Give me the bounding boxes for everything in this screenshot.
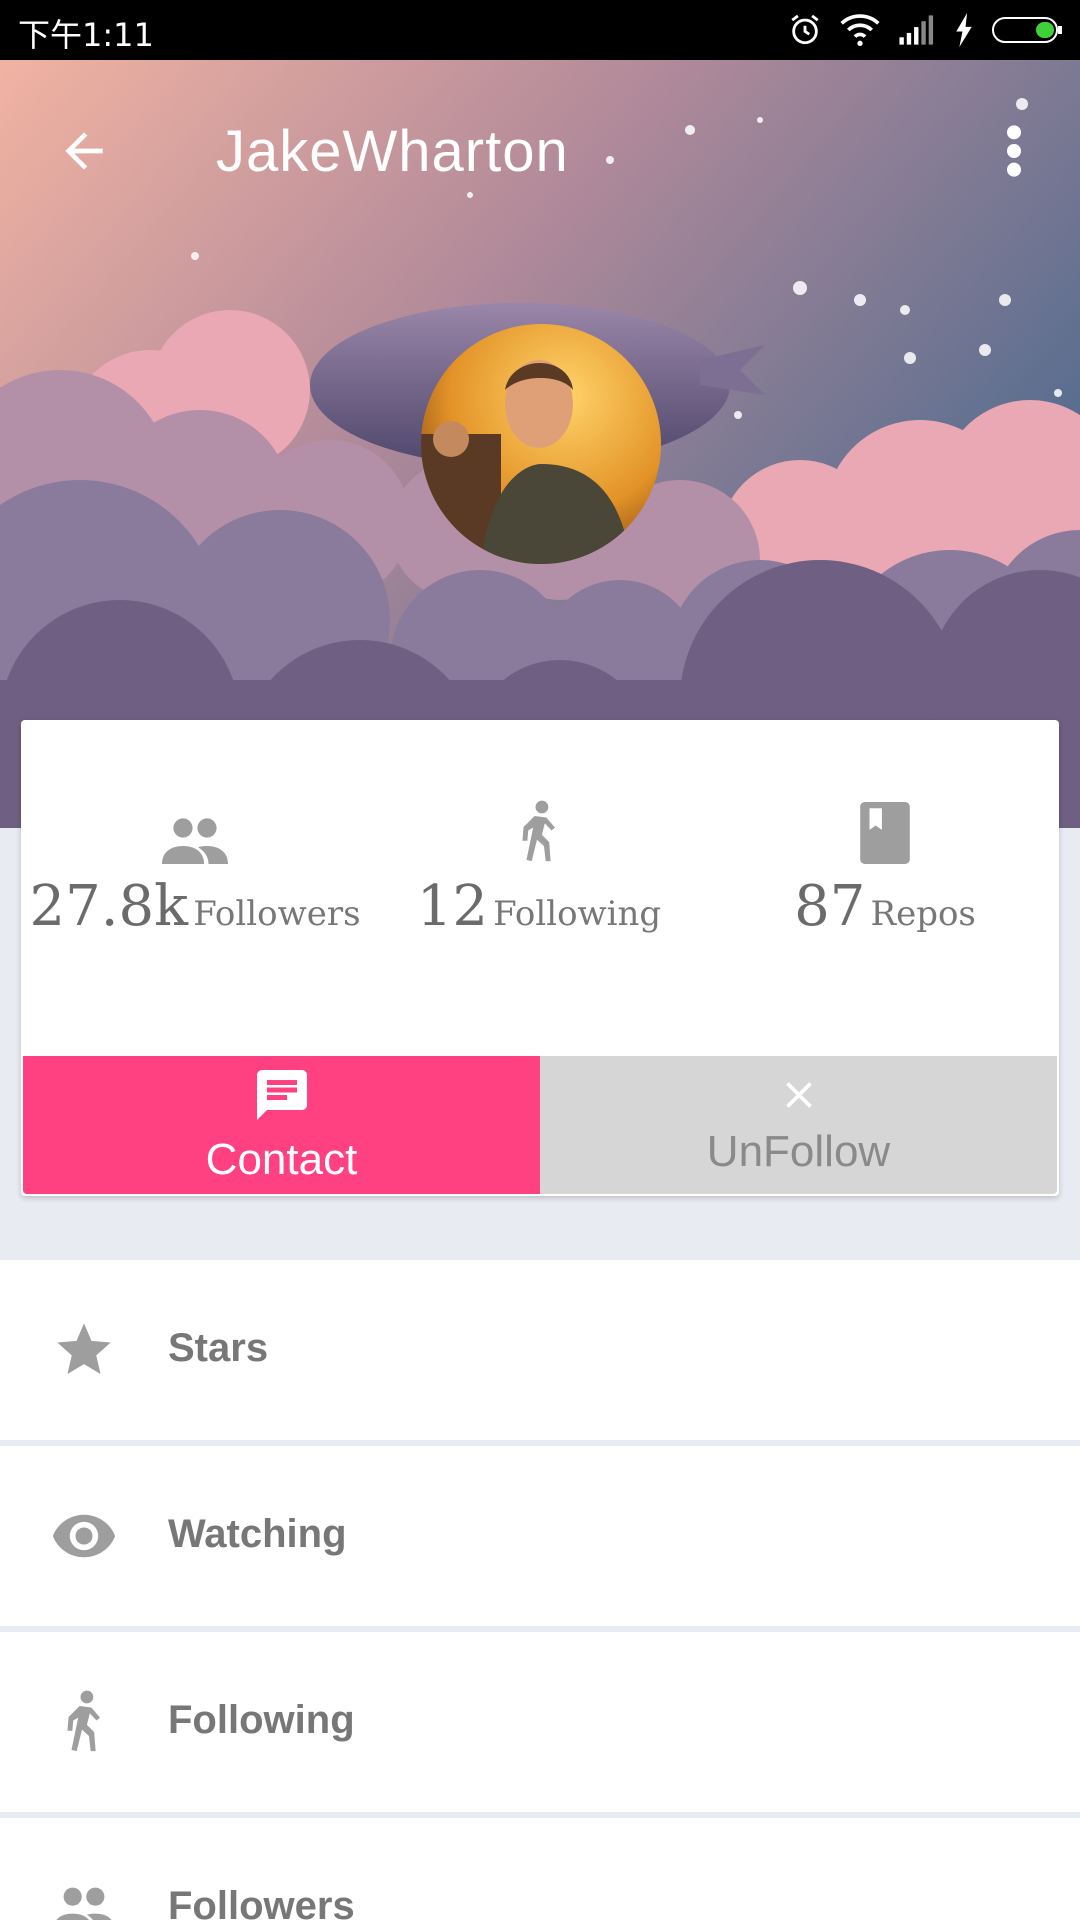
arrow-back-icon [65,132,103,170]
app-toolbar: JakeWharton [0,60,1080,230]
walk-icon [67,1690,100,1752]
profile-menu-list: Stars Watching Following Followers [0,1260,1080,1920]
contact-button[interactable]: Contact [23,1056,540,1194]
following-count: 12 [416,874,489,939]
star-icon [57,1323,111,1374]
avatar[interactable] [421,324,661,564]
repos-stat[interactable]: 87 Repos [715,800,1055,939]
status-time: 下午1:11 [18,16,154,54]
book-icon [860,802,910,864]
signal-icon [899,15,934,45]
people-icon [162,818,228,864]
alarm-icon [791,14,819,45]
list-item-label: Following [168,1698,355,1742]
list-item-watching[interactable]: Watching [0,1446,1080,1626]
repos-label: Repos [870,894,976,934]
profile-stats-card: 27.8k Followers 12 Following 87 Repos Co… [21,720,1059,1196]
status-bar: 下午1:11 [0,0,1080,60]
people-icon [56,1887,112,1920]
followers-label: Followers [193,894,361,934]
following-label: Following [493,894,662,934]
profile-actions: Contact UnFollow [23,1056,1057,1194]
unfollow-label: UnFollow [706,1127,891,1176]
list-item-followers[interactable]: Followers [0,1818,1080,1920]
walk-icon [522,800,555,862]
message-icon [256,1070,307,1120]
charging-icon [956,13,972,47]
status-icons [788,10,1064,50]
list-item-label: Stars [168,1326,269,1370]
close-icon [785,1082,812,1108]
contact-label: Contact [205,1135,358,1184]
followers-stat[interactable]: 27.8k Followers [25,800,365,939]
list-item-label: Watching [168,1512,347,1556]
more-options-button[interactable] [990,115,1038,187]
list-item-label: Followers [168,1884,355,1920]
list-item-following[interactable]: Following [0,1632,1080,1812]
back-button[interactable] [48,115,120,187]
followers-count: 27.8k [29,874,189,939]
wifi-icon [840,14,880,46]
more-vert-icon [1007,125,1021,177]
list-item-stars[interactable]: Stars [0,1260,1080,1440]
following-stat[interactable]: 12 Following [369,800,709,939]
unfollow-button[interactable]: UnFollow [540,1056,1057,1194]
page-title: JakeWharton [216,119,569,184]
eye-icon [52,1514,116,1558]
repos-count: 87 [794,874,866,939]
battery-icon [992,17,1062,43]
